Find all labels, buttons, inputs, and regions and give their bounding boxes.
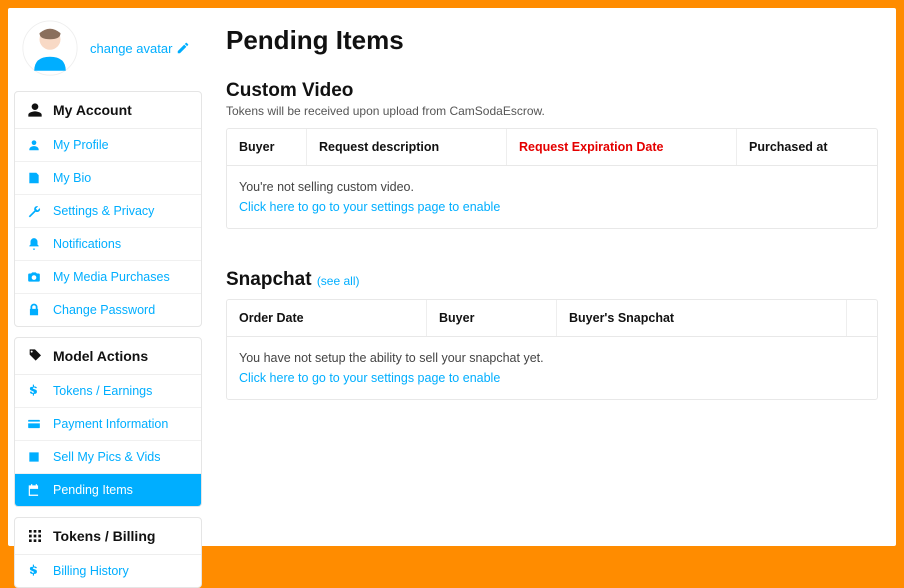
avatar[interactable] [22, 20, 78, 76]
col-purchased: Purchased at [737, 129, 877, 165]
sidebar-item-my-bio[interactable]: My Bio [15, 162, 201, 195]
col-actions [847, 300, 877, 336]
sidebar-item-pending-items[interactable]: Pending Items [15, 474, 201, 506]
profile-block: change avatar [8, 8, 208, 88]
lock-icon [27, 303, 41, 317]
sidebar-item-settings-privacy[interactable]: Settings & Privacy [15, 195, 201, 228]
section-header: Model Actions [15, 338, 201, 375]
main-content: Pending Items Custom Video Tokens will b… [208, 8, 896, 546]
enable-custom-video-link[interactable]: Click here to go to your settings page t… [239, 197, 865, 217]
sidebar-item-tokens-earnings[interactable]: Tokens / Earnings [15, 375, 201, 408]
snapchat-title-text: Snapchat [226, 269, 312, 290]
custom-video-desc: Tokens will be received upon upload from… [226, 104, 878, 118]
section-title: Model Actions [53, 348, 148, 364]
col-order-date: Order Date [227, 300, 427, 336]
sidebar-item-my-profile[interactable]: My Profile [15, 129, 201, 162]
change-avatar-link[interactable]: change avatar [90, 41, 190, 56]
sidebar-item-label: Billing History [53, 564, 129, 578]
section-title: My Account [53, 102, 132, 118]
custom-video-title: Custom Video [226, 80, 878, 102]
nav-section: My Account My Profile My Bio Settings & Pri… [14, 91, 202, 327]
sidebar: change avatar My Account My Profile My Bio… [8, 8, 208, 546]
table-header: Order Date Buyer Buyer's Snapchat [227, 300, 877, 337]
sidebar-item-label: My Bio [53, 171, 91, 185]
page-title: Pending Items [226, 25, 878, 56]
nav-section: Model Actions Tokens / Earnings Payment In… [14, 337, 202, 507]
empty-message: You're not selling custom video. [239, 177, 865, 197]
table-header: Buyer Request description Request Expira… [227, 129, 877, 166]
col-buyer: Buyer [227, 129, 307, 165]
sidebar-item-label: Sell My Pics & Vids [53, 450, 160, 464]
custom-video-block: Custom Video Tokens will be received upo… [226, 80, 878, 229]
sidebar-item-notifications[interactable]: Notifications [15, 228, 201, 261]
section-header: Tokens / Billing [15, 518, 201, 555]
calendar-icon [27, 483, 41, 497]
custom-video-table: Buyer Request description Request Expira… [226, 128, 878, 229]
sidebar-item-label: Tokens / Earnings [53, 384, 152, 398]
col-expiration: Request Expiration Date [507, 129, 737, 165]
sidebar-item-sell-my-pics-vids[interactable]: Sell My Pics & Vids [15, 441, 201, 474]
avatar-icon [22, 20, 78, 76]
dollar-icon [27, 564, 41, 578]
col-request: Request description [307, 129, 507, 165]
see-all-link[interactable]: (see all) [317, 274, 360, 288]
sidebar-item-change-password[interactable]: Change Password [15, 294, 201, 326]
bell-icon [27, 237, 41, 251]
sidebar-item-my-media-purchases[interactable]: My Media Purchases [15, 261, 201, 294]
sidebar-item-payment-information[interactable]: Payment Information [15, 408, 201, 441]
col-buyers-snapchat: Buyer's Snapchat [557, 300, 847, 336]
sidebar-item-label: Change Password [53, 303, 155, 317]
table-body: You're not selling custom video. Click h… [227, 166, 877, 228]
sidebar-item-label: Notifications [53, 237, 121, 251]
image-icon [27, 450, 41, 464]
dollar-icon [27, 384, 41, 398]
bio-icon [27, 171, 41, 185]
grid-icon [27, 528, 43, 544]
section-header: My Account [15, 92, 201, 129]
section-title: Tokens / Billing [53, 528, 155, 544]
profile-icon [27, 138, 41, 152]
card-icon [27, 417, 41, 431]
wrench-icon [27, 204, 41, 218]
snapchat-block: Snapchat (see all) Order Date Buyer Buye… [226, 269, 878, 400]
empty-message: You have not setup the ability to sell y… [239, 348, 865, 368]
pencil-icon [176, 41, 190, 55]
sidebar-item-label: Payment Information [53, 417, 168, 431]
nav-section: Tokens / Billing Billing History [14, 517, 202, 588]
tag-icon [27, 348, 43, 364]
table-body: You have not setup the ability to sell y… [227, 337, 877, 399]
user-icon [27, 102, 43, 118]
sidebar-item-label: Settings & Privacy [53, 204, 154, 218]
camera-icon [27, 270, 41, 284]
sidebar-item-label: My Profile [53, 138, 109, 152]
change-avatar-label: change avatar [90, 41, 172, 56]
sidebar-item-label: Pending Items [53, 483, 133, 497]
sidebar-item-label: My Media Purchases [53, 270, 170, 284]
sidebar-item-billing-history[interactable]: Billing History [15, 555, 201, 587]
col-buyer: Buyer [427, 300, 557, 336]
snapchat-table: Order Date Buyer Buyer's Snapchat You ha… [226, 299, 878, 400]
enable-snapchat-link[interactable]: Click here to go to your settings page t… [239, 368, 865, 388]
snapchat-title: Snapchat (see all) [226, 269, 878, 291]
